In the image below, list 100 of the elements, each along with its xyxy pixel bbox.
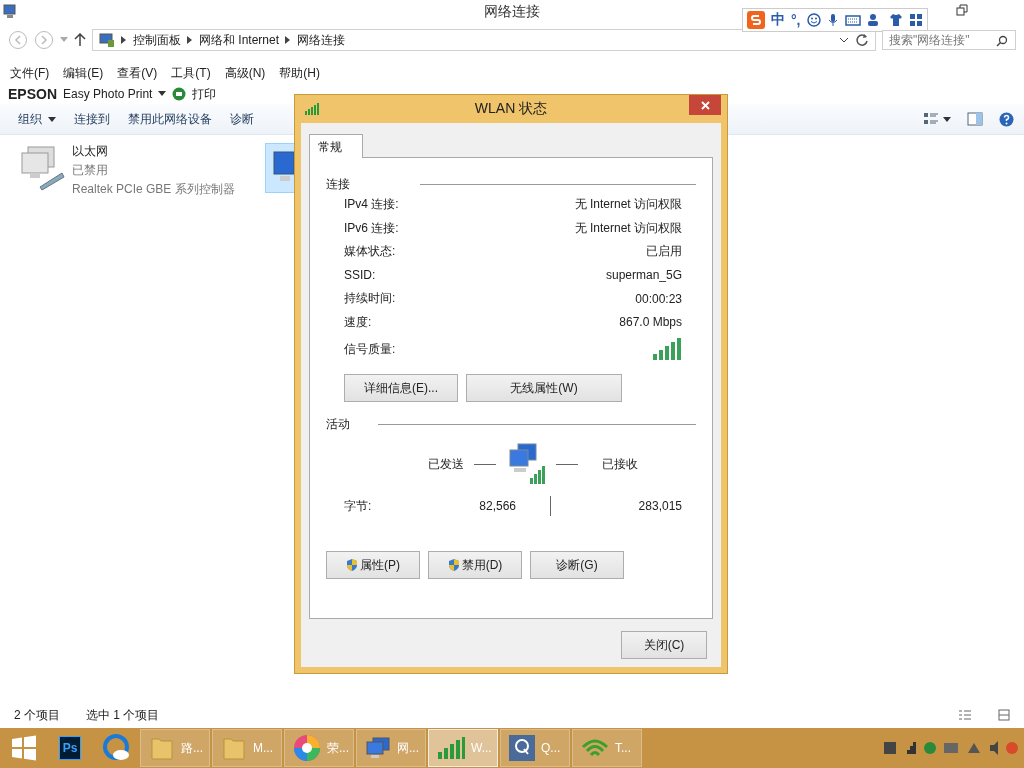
- menu-item[interactable]: 查看(V): [117, 64, 158, 82]
- shield-icon: [447, 558, 460, 572]
- help-icon[interactable]: [999, 111, 1014, 127]
- field-label: 信号质量:: [344, 340, 396, 358]
- chevron-icon: [121, 36, 127, 44]
- field-value: 867.0 Mbps: [619, 315, 682, 330]
- smiley-icon[interactable]: [806, 13, 821, 27]
- taskbar-label: Q...: [541, 741, 561, 755]
- field-label: 持续时间:: [344, 290, 396, 308]
- item-count: 2 个项目: [14, 706, 60, 724]
- field-label: IPv4 连接:: [344, 196, 399, 214]
- app-dropdown[interactable]: Easy Photo Print: [63, 87, 153, 101]
- menu-item[interactable]: 编辑(E): [63, 64, 104, 82]
- network-item[interactable]: 以太网 已禁用 Realtek PCIe GBE 系列控制器: [18, 143, 235, 198]
- bytes-received: 283,015: [637, 499, 682, 513]
- printer-icon[interactable]: [172, 87, 187, 101]
- shirt-icon[interactable]: [888, 13, 903, 27]
- close-icon: [700, 100, 710, 110]
- dialog-title: WLAN 状态: [474, 100, 548, 118]
- dialog-button[interactable]: 详细信息(E)...: [344, 374, 458, 402]
- taskbar-label: T...: [615, 741, 631, 755]
- microphone-icon[interactable]: [826, 13, 839, 27]
- taskbar-label: 路...: [181, 739, 203, 757]
- field-label: 字节:: [344, 497, 373, 515]
- address-bar[interactable]: 控制面板 网络和 Internet 网络连接: [92, 29, 876, 51]
- view-options-icon[interactable]: [923, 111, 941, 127]
- field-value: 无 Internet 访问权限: [574, 196, 682, 214]
- chevron-icon: [285, 36, 292, 44]
- tab[interactable]: 常规: [309, 134, 363, 158]
- chevron-icon: [187, 36, 193, 44]
- menu-item[interactable]: 帮助(H): [279, 64, 320, 82]
- epson-logo: EPSON: [8, 86, 57, 102]
- ethernet-adapter-icon: [18, 143, 66, 191]
- adapter-status: 已禁用: [72, 162, 109, 179]
- wifi-icon: [581, 737, 609, 759]
- command-button[interactable]: 组织: [10, 110, 64, 128]
- section-heading: 活动: [326, 416, 350, 433]
- menu-item[interactable]: 工具(T): [171, 64, 211, 82]
- caret-icon[interactable]: [943, 116, 951, 122]
- up-arrow-icon[interactable]: [74, 33, 86, 47]
- print-button[interactable]: 打印: [192, 85, 217, 103]
- q-app-icon: [509, 735, 535, 761]
- ime-punctuation[interactable]: °,: [791, 12, 801, 28]
- field-value: 无 Internet 访问权限: [574, 219, 682, 237]
- breadcrumb-item[interactable]: 控制面板: [133, 31, 181, 49]
- keyboard-icon[interactable]: [844, 14, 861, 26]
- field-label: 媒体状态:: [344, 243, 396, 261]
- caret-icon[interactable]: [158, 91, 167, 97]
- command-button[interactable]: 连接到: [66, 110, 118, 128]
- tiles-view-icon[interactable]: [998, 709, 1010, 721]
- taskbar-label: 网...: [397, 739, 419, 757]
- received-label: 已接收: [602, 455, 638, 473]
- command-button[interactable]: 禁用此网络设备: [120, 110, 220, 128]
- breadcrumb-item[interactable]: 网络和 Internet: [199, 31, 280, 49]
- network-computers-icon: [365, 735, 391, 761]
- field-label: IPv6 连接:: [344, 219, 399, 237]
- shield-icon: [346, 558, 358, 572]
- close-dialog-button[interactable]: 关闭(C): [621, 631, 707, 659]
- control-panel-icon: [99, 32, 115, 48]
- field-value: 00:00:23: [635, 291, 682, 306]
- menu-item[interactable]: 高级(N): [224, 64, 266, 82]
- refresh-icon[interactable]: [855, 33, 869, 47]
- sent-label: 已发送: [428, 455, 464, 473]
- section-heading: 连接: [326, 176, 350, 193]
- dialog-button[interactable]: 属性(P): [326, 551, 420, 579]
- adapter-device: Realtek PCIe GBE 系列控制器: [72, 181, 235, 198]
- close-button[interactable]: [689, 95, 721, 115]
- grid-icon[interactable]: [908, 13, 923, 27]
- dropdown-icon[interactable]: [839, 36, 849, 44]
- taskbar-button[interactable]: Ps: [48, 729, 92, 767]
- bytes-sent: 82,566: [478, 499, 516, 513]
- signal-strength-icon: [652, 337, 682, 361]
- dialog-button[interactable]: 禁用(D): [428, 551, 522, 579]
- windows-logo-icon: [11, 735, 37, 761]
- menu-item[interactable]: 文件(F): [10, 64, 50, 82]
- field-value: 已启用: [646, 243, 682, 261]
- field-label: SSID:: [344, 268, 376, 283]
- dialog-button[interactable]: 诊断(G): [530, 551, 624, 579]
- taskbar-label: 荣...: [327, 739, 349, 757]
- signal-bars-icon: [437, 736, 465, 760]
- taskbar-label: W...: [471, 741, 492, 755]
- restore-icon[interactable]: [956, 4, 968, 16]
- dialog-button[interactable]: 无线属性(W): [466, 374, 622, 402]
- folder-icon: [221, 735, 247, 761]
- selection-count: 选中 1 个项目: [86, 706, 160, 724]
- adapter-name: 以太网: [72, 143, 109, 160]
- network-computers-icon: [506, 442, 546, 486]
- photoshop-icon: Ps: [58, 736, 82, 760]
- command-button[interactable]: 诊断: [222, 110, 262, 128]
- app-icon: [2, 4, 18, 20]
- field-value: superman_5G: [605, 268, 682, 283]
- taskbar-label: M...: [253, 741, 273, 755]
- ime-language[interactable]: 中: [771, 11, 785, 29]
- window-title: 网络连接: [484, 3, 540, 21]
- search-icon: [996, 35, 1008, 47]
- breadcrumb-item[interactable]: 网络连接: [297, 31, 346, 49]
- folder-icon: [149, 735, 175, 761]
- field-label: 速度:: [344, 313, 372, 331]
- search-field[interactable]: 搜索"网络连接": [882, 30, 1016, 50]
- pinwheel-icon: [293, 734, 321, 762]
